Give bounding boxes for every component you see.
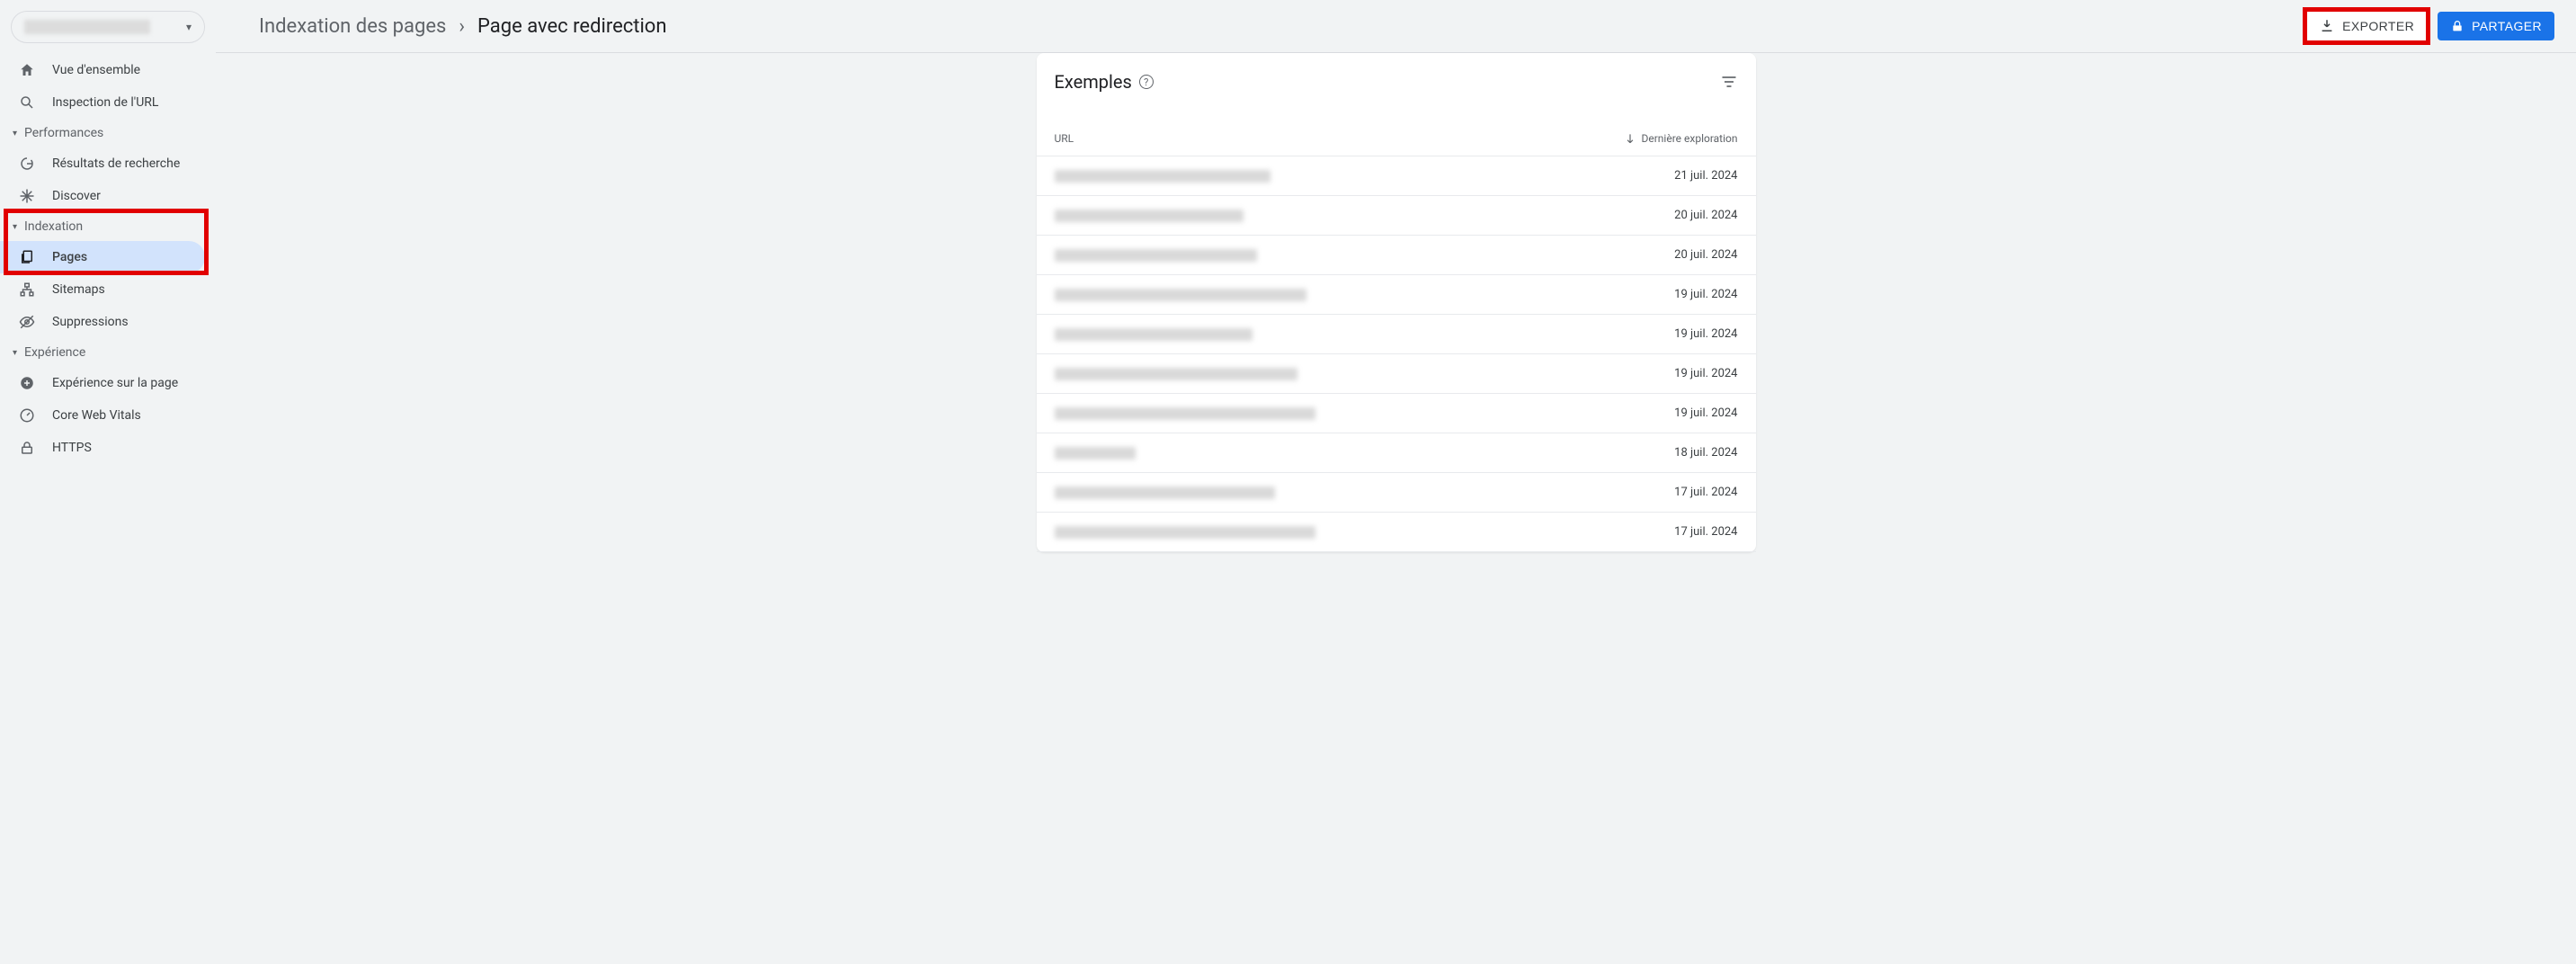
chevron-down-icon: ▾ bbox=[13, 222, 17, 232]
sidebar-group-performances[interactable]: ▾ Performances bbox=[0, 119, 216, 147]
sidebar-item-url-inspection[interactable]: Inspection de l'URL bbox=[0, 86, 205, 119]
table-row[interactable]: 20 juil. 2024 bbox=[1037, 196, 1756, 236]
share-label: PARTAGER bbox=[2472, 19, 2542, 33]
chevron-down-icon: ▾ bbox=[13, 348, 17, 358]
sidebar-item-overview[interactable]: Vue d'ensemble bbox=[0, 54, 205, 86]
sidebar-item-label: Inspection de l'URL bbox=[52, 95, 158, 110]
sidebar-item-label: HTTPS bbox=[52, 441, 92, 455]
examples-card: Exemples ? URL Dernière exploration bbox=[1037, 53, 1756, 552]
plus-circle-icon bbox=[18, 374, 36, 392]
breadcrumb-parent[interactable]: Indexation des pages bbox=[259, 15, 446, 38]
table-row[interactable]: 18 juil. 2024 bbox=[1037, 433, 1756, 473]
row-date: 19 juil. 2024 bbox=[1674, 288, 1737, 301]
table-row[interactable]: 17 juil. 2024 bbox=[1037, 513, 1756, 552]
sort-down-icon bbox=[1624, 132, 1636, 145]
card-title: Exemples bbox=[1055, 71, 1132, 93]
main-content: Indexation des pages › Page avec redirec… bbox=[216, 0, 2576, 964]
row-url-redacted bbox=[1055, 526, 1675, 539]
property-selector[interactable]: ▾ bbox=[11, 11, 205, 43]
row-date: 20 juil. 2024 bbox=[1674, 209, 1737, 222]
row-url-redacted bbox=[1055, 328, 1675, 341]
sidebar-group-indexation[interactable]: ▾ Indexation bbox=[0, 212, 216, 241]
row-date: 21 juil. 2024 bbox=[1674, 169, 1737, 183]
share-button[interactable]: PARTAGER bbox=[2438, 12, 2554, 40]
sidebar-item-removals[interactable]: Suppressions bbox=[0, 306, 205, 338]
download-icon bbox=[2319, 18, 2335, 34]
row-url-redacted bbox=[1055, 210, 1675, 222]
chevron-down-icon: ▾ bbox=[186, 21, 192, 33]
row-date: 19 juil. 2024 bbox=[1674, 327, 1737, 341]
column-date-label: Dernière exploration bbox=[1642, 132, 1738, 145]
sidebar-item-core-web-vitals[interactable]: Core Web Vitals bbox=[0, 399, 205, 432]
property-name-redacted bbox=[24, 20, 150, 34]
row-url-redacted bbox=[1055, 447, 1675, 460]
chevron-right-icon: › bbox=[459, 15, 465, 38]
sidebar-item-search-results[interactable]: Résultats de recherche bbox=[0, 147, 205, 180]
export-button[interactable]: EXPORTER bbox=[2306, 11, 2427, 41]
top-actions: EXPORTER PARTAGER bbox=[2306, 11, 2554, 41]
sidebar-item-discover[interactable]: Discover bbox=[0, 180, 205, 212]
help-icon[interactable]: ? bbox=[1139, 75, 1154, 89]
sidebar-item-pages[interactable]: Pages bbox=[0, 241, 205, 273]
column-date[interactable]: Dernière exploration bbox=[1624, 132, 1738, 145]
row-url-redacted bbox=[1055, 289, 1675, 301]
sidebar-item-https[interactable]: HTTPS bbox=[0, 432, 205, 464]
column-url[interactable]: URL bbox=[1055, 132, 1624, 145]
table-row[interactable]: 21 juil. 2024 bbox=[1037, 156, 1756, 196]
table-row[interactable]: 17 juil. 2024 bbox=[1037, 473, 1756, 513]
row-url-redacted bbox=[1055, 249, 1675, 262]
sidebar-item-label: Sitemaps bbox=[52, 282, 105, 297]
row-url-redacted bbox=[1055, 407, 1675, 420]
home-icon bbox=[18, 61, 36, 79]
lock-icon bbox=[18, 439, 36, 457]
google-icon bbox=[18, 155, 36, 173]
sidebar-group-experience[interactable]: ▾ Expérience bbox=[0, 338, 216, 367]
sidebar-item-sitemaps[interactable]: Sitemaps bbox=[0, 273, 205, 306]
gauge-icon bbox=[18, 406, 36, 424]
sidebar-item-label: Core Web Vitals bbox=[52, 408, 141, 423]
top-bar: Indexation des pages › Page avec redirec… bbox=[216, 0, 2576, 53]
sitemap-icon bbox=[18, 281, 36, 299]
sidebar-group-label: Expérience bbox=[24, 345, 85, 360]
sidebar-item-label: Expérience sur la page bbox=[52, 376, 178, 390]
row-date: 17 juil. 2024 bbox=[1674, 525, 1737, 539]
row-date: 19 juil. 2024 bbox=[1674, 406, 1737, 420]
table-row[interactable]: 19 juil. 2024 bbox=[1037, 275, 1756, 315]
asterisk-icon bbox=[18, 187, 36, 205]
search-icon bbox=[18, 94, 36, 112]
sidebar-item-label: Discover bbox=[52, 189, 101, 203]
sidebar-group-label: Indexation bbox=[24, 219, 83, 234]
row-url-redacted bbox=[1055, 486, 1675, 499]
sidebar-item-label: Résultats de recherche bbox=[52, 156, 180, 171]
lock-icon bbox=[2450, 19, 2465, 33]
row-date: 17 juil. 2024 bbox=[1674, 486, 1737, 499]
table-row[interactable]: 19 juil. 2024 bbox=[1037, 315, 1756, 354]
breadcrumb-current: Page avec redirection bbox=[477, 15, 667, 38]
row-date: 18 juil. 2024 bbox=[1674, 446, 1737, 460]
filter-icon[interactable] bbox=[1720, 73, 1738, 91]
eye-off-icon bbox=[18, 313, 36, 331]
row-url-redacted bbox=[1055, 368, 1675, 380]
table-header: URL Dernière exploration bbox=[1037, 107, 1756, 156]
chevron-down-icon: ▾ bbox=[13, 129, 17, 138]
sidebar: ▾ Vue d'ensemble Inspection de l'URL ▾ P… bbox=[0, 0, 216, 964]
breadcrumb: Indexation des pages › Page avec redirec… bbox=[259, 15, 667, 38]
sidebar-item-label: Vue d'ensemble bbox=[52, 63, 140, 77]
export-label: EXPORTER bbox=[2342, 19, 2414, 33]
row-url-redacted bbox=[1055, 170, 1675, 183]
table-row[interactable]: 19 juil. 2024 bbox=[1037, 394, 1756, 433]
row-date: 20 juil. 2024 bbox=[1674, 248, 1737, 262]
sidebar-item-label: Suppressions bbox=[52, 315, 129, 329]
sidebar-item-page-experience[interactable]: Expérience sur la page bbox=[0, 367, 205, 399]
sidebar-item-label: Pages bbox=[52, 250, 87, 264]
pages-icon bbox=[18, 248, 36, 266]
table-row[interactable]: 20 juil. 2024 bbox=[1037, 236, 1756, 275]
row-date: 19 juil. 2024 bbox=[1674, 367, 1737, 380]
sidebar-group-label: Performances bbox=[24, 126, 103, 140]
table-row[interactable]: 19 juil. 2024 bbox=[1037, 354, 1756, 394]
